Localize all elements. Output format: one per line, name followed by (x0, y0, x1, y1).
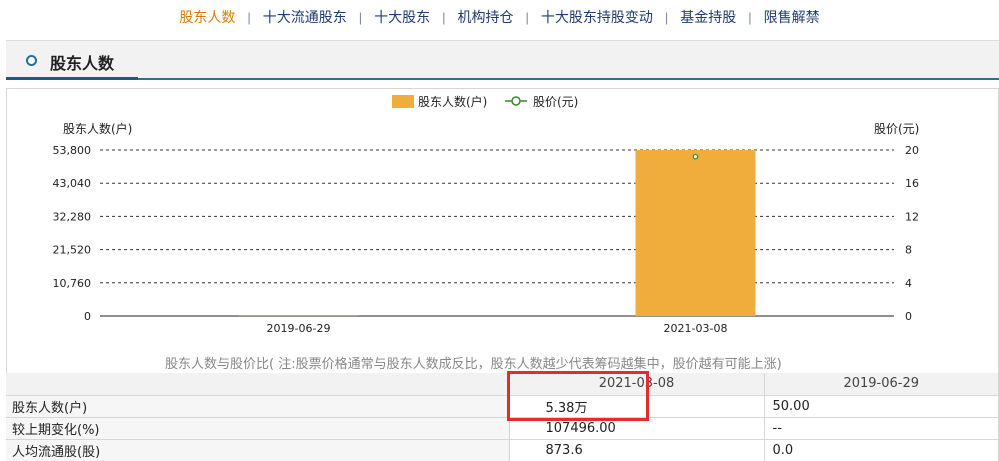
y-axis-right-title: 股价(元) (874, 122, 919, 136)
y-right-tick-label: 16 (905, 177, 919, 190)
x-axis-ticks: 2019-06-29 2021-03-08 (267, 322, 728, 335)
price-point (692, 153, 699, 160)
y-left-tick-label: 32,280 (53, 210, 92, 223)
legend-line-label: 股价(元) (533, 95, 578, 109)
table-header-blank (6, 373, 510, 396)
x-tick-label: 2019-06-29 (267, 322, 331, 335)
y-left-tick-label: 53,800 (53, 144, 92, 157)
y-right-tick-label: 12 (905, 210, 919, 223)
cell-value: 0.0 (764, 439, 999, 461)
y-axis-left-title: 股东人数(户) (63, 121, 132, 136)
chart-caption: 股东人数与股价比( 注:股票价格通常与股东人数成反比，股东人数越少代表筹码越集中… (165, 356, 782, 372)
bar (635, 150, 756, 316)
cell-value: 5.38万 (509, 395, 765, 418)
bar-series (238, 150, 756, 316)
cell-value: 50.00 (764, 395, 999, 418)
table-header-date: 2019-06-29 (764, 373, 999, 396)
x-tick-label: 2021-03-08 (664, 322, 728, 335)
y-axis-right-ticks: 0 4 8 12 16 20 (905, 144, 919, 323)
line-series (692, 153, 699, 160)
y-left-tick-label: 21,520 (53, 244, 92, 257)
cell-value: 873.6 (509, 439, 765, 461)
cell-value: 107496.00 (509, 417, 765, 440)
y-right-tick-label: 8 (905, 244, 912, 257)
shareholder-table: 2021-03-08 2019-06-29 股东人数(户) 5.38万 50.0… (6, 373, 999, 461)
cell-value: -- (764, 417, 999, 440)
y-right-tick-label: 0 (905, 310, 912, 323)
table-row: 股东人数(户) 5.38万 50.00 (6, 395, 999, 418)
row-label: 较上期变化(%) (6, 417, 510, 440)
legend-line-marker (511, 96, 521, 106)
y-left-tick-label: 43,040 (53, 177, 92, 190)
grid-lines (100, 149, 894, 317)
y-left-tick-label: 10,760 (53, 277, 92, 290)
legend-bar-label: 股东人数(户) (418, 94, 487, 109)
row-label: 股东人数(户) (6, 395, 510, 418)
table-header-date: 2021-03-08 (509, 373, 765, 396)
y-left-tick-label: 0 (84, 310, 91, 323)
row-label: 人均流通股(股) (6, 439, 510, 461)
y-right-tick-label: 4 (905, 277, 912, 290)
table-row: 人均流通股(股) 873.6 0.0 (6, 439, 999, 461)
table-header-row: 2021-03-08 2019-06-29 (6, 373, 999, 396)
y-axis-left-ticks: 0 10,760 21,520 32,280 43,040 53,800 (53, 144, 92, 323)
legend-bar-swatch (392, 95, 414, 108)
shareholder-chart: 股东人数(户) 股价(元) 股东人数(户) 股价(元) 0 10,760 21,52… (53, 94, 920, 372)
table-row: 较上期变化(%) 107496.00 -- (6, 417, 999, 440)
y-right-tick-label: 20 (905, 144, 919, 157)
